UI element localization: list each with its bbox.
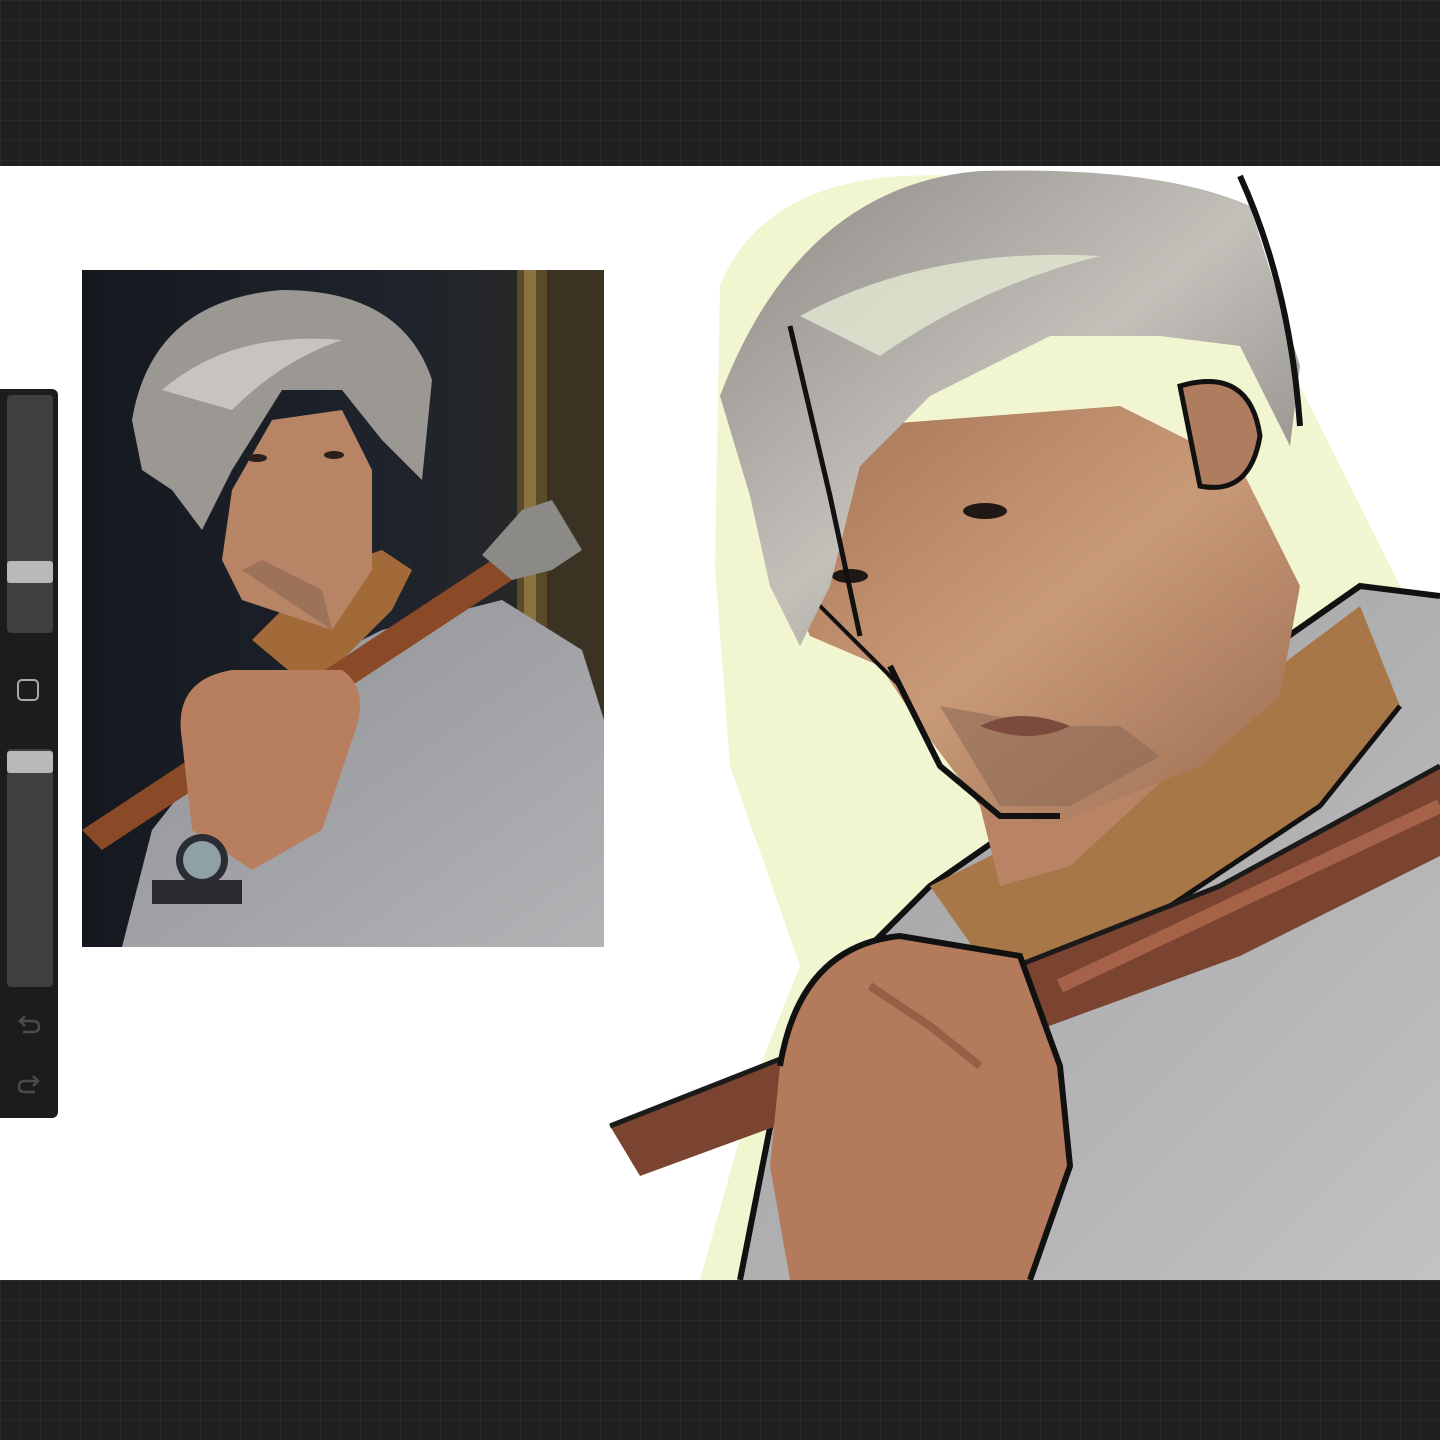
opacity-slider[interactable]	[7, 749, 53, 987]
redo-icon[interactable]	[15, 1071, 43, 1095]
undo-icon[interactable]	[15, 1011, 43, 1035]
portrait-painting[interactable]	[600, 166, 1440, 1280]
reference-photo[interactable]	[82, 270, 604, 947]
tool-sidebar	[0, 389, 58, 1118]
drawing-canvas[interactable]	[0, 166, 1440, 1280]
brush-size-knob[interactable]	[7, 561, 53, 583]
brush-size-slider[interactable]	[7, 395, 53, 633]
opacity-knob[interactable]	[7, 751, 53, 773]
square-icon[interactable]	[17, 679, 39, 701]
